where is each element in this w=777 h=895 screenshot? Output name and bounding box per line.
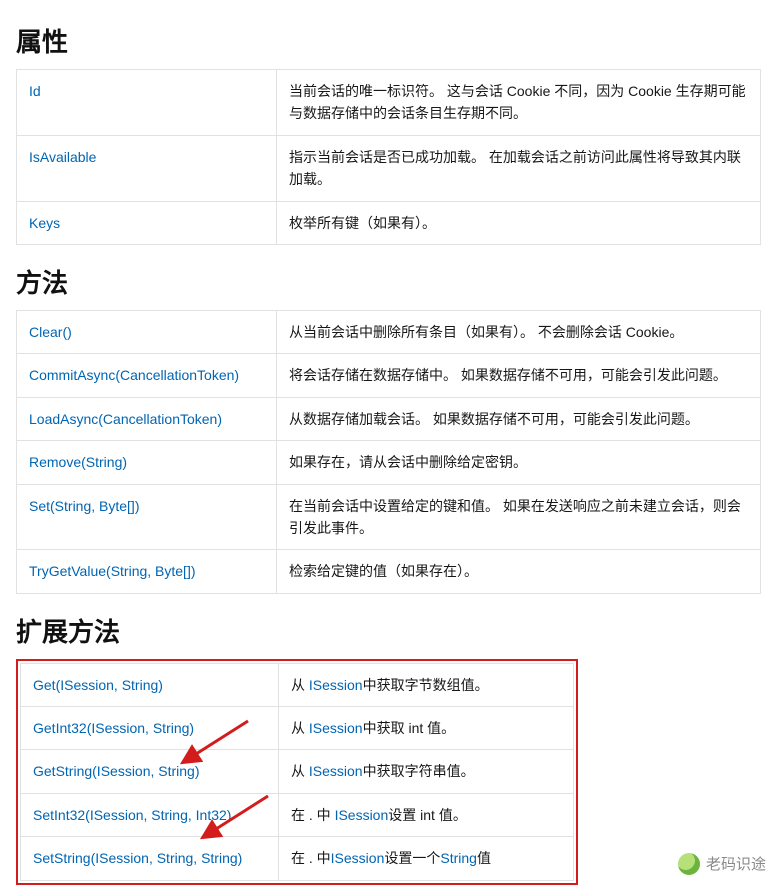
table-row: SetInt32(ISession, String, Int32) 在 . 中 … bbox=[21, 793, 574, 836]
method-desc: 将会话存储在数据存储中。 如果数据存储不可用，可能会引发此问题。 bbox=[277, 354, 761, 397]
string-link[interactable]: String bbox=[440, 850, 477, 866]
method-remove-link[interactable]: Remove(String) bbox=[29, 454, 127, 470]
method-trygetvalue-link[interactable]: TryGetValue(String, Byte[]) bbox=[29, 563, 196, 579]
extensions-highlight-box: Get(ISession, String) 从 ISession中获取字节数组值… bbox=[16, 659, 578, 885]
isession-link[interactable]: ISession bbox=[309, 720, 363, 736]
table-row: TryGetValue(String, Byte[]) 检索给定键的值（如果存在… bbox=[17, 550, 761, 593]
methods-table: Clear() 从当前会话中删除所有条目（如果有）。 不会删除会话 Cookie… bbox=[16, 310, 761, 594]
prop-keys-link[interactable]: Keys bbox=[29, 215, 60, 231]
prop-desc: 指示当前会话是否已成功加载。 在加载会话之前访问此属性将导致其内联加载。 bbox=[277, 135, 761, 201]
table-row: SetString(ISession, String, String) 在 . … bbox=[21, 837, 574, 880]
table-row: GetString(ISession, String) 从 ISession中获… bbox=[21, 750, 574, 793]
ext-setint32-link[interactable]: SetInt32(ISession, String, Int32) bbox=[33, 807, 231, 823]
table-row: Clear() 从当前会话中删除所有条目（如果有）。 不会删除会话 Cookie… bbox=[17, 310, 761, 353]
method-desc: 从当前会话中删除所有条目（如果有）。 不会删除会话 Cookie。 bbox=[277, 310, 761, 353]
method-loadasync-link[interactable]: LoadAsync(CancellationToken) bbox=[29, 411, 222, 427]
table-row: Keys 枚举所有键（如果有）。 bbox=[17, 201, 761, 244]
ext-desc: 从 ISession中获取 int 值。 bbox=[279, 707, 574, 750]
table-row: IsAvailable 指示当前会话是否已成功加载。 在加载会话之前访问此属性将… bbox=[17, 135, 761, 201]
prop-isavailable-link[interactable]: IsAvailable bbox=[29, 149, 96, 165]
method-clear-link[interactable]: Clear() bbox=[29, 324, 72, 340]
table-row: Set(String, Byte[]) 在当前会话中设置给定的键和值。 如果在发… bbox=[17, 484, 761, 550]
ext-desc: 在 . 中 ISession设置 int 值。 bbox=[279, 793, 574, 836]
prop-desc: 枚举所有键（如果有）。 bbox=[277, 201, 761, 244]
table-row: GetInt32(ISession, String) 从 ISession中获取… bbox=[21, 707, 574, 750]
ext-desc: 在 . 中ISession设置一个String值 bbox=[279, 837, 574, 880]
isession-link[interactable]: ISession bbox=[335, 807, 389, 823]
heading-methods: 方法 bbox=[16, 263, 761, 300]
watermark-text: 老码识途 bbox=[706, 853, 766, 874]
watermark-logo-icon bbox=[678, 853, 700, 875]
table-row: Remove(String) 如果存在，请从会话中删除给定密钥。 bbox=[17, 441, 761, 484]
heading-extensions: 扩展方法 bbox=[16, 612, 761, 649]
method-desc: 在当前会话中设置给定的键和值。 如果在发送响应之前未建立会话，则会引发此事件。 bbox=[277, 484, 761, 550]
ext-getint32-link[interactable]: GetInt32(ISession, String) bbox=[33, 720, 194, 736]
isession-link[interactable]: ISession bbox=[331, 850, 385, 866]
ext-setstring-link[interactable]: SetString(ISession, String, String) bbox=[33, 850, 242, 866]
watermark: 老码识途 bbox=[678, 853, 766, 875]
ext-desc: 从 ISession中获取字符串值。 bbox=[279, 750, 574, 793]
method-commitasync-link[interactable]: CommitAsync(CancellationToken) bbox=[29, 367, 239, 383]
ext-getstring-link[interactable]: GetString(ISession, String) bbox=[33, 763, 200, 779]
isession-link[interactable]: ISession bbox=[309, 763, 363, 779]
extensions-table: Get(ISession, String) 从 ISession中获取字节数组值… bbox=[20, 663, 574, 881]
table-row: CommitAsync(CancellationToken) 将会话存储在数据存… bbox=[17, 354, 761, 397]
table-row: Get(ISession, String) 从 ISession中获取字节数组值… bbox=[21, 663, 574, 706]
ext-get-link[interactable]: Get(ISession, String) bbox=[33, 677, 163, 693]
isession-link[interactable]: ISession bbox=[309, 677, 363, 693]
prop-desc: 当前会话的唯一标识符。 这与会话 Cookie 不同，因为 Cookie 生存期… bbox=[277, 70, 761, 136]
table-row: Id 当前会话的唯一标识符。 这与会话 Cookie 不同，因为 Cookie … bbox=[17, 70, 761, 136]
table-row: LoadAsync(CancellationToken) 从数据存储加载会话。 … bbox=[17, 397, 761, 440]
method-desc: 从数据存储加载会话。 如果数据存储不可用，可能会引发此问题。 bbox=[277, 397, 761, 440]
prop-id-link[interactable]: Id bbox=[29, 83, 41, 99]
ext-desc: 从 ISession中获取字节数组值。 bbox=[279, 663, 574, 706]
properties-table: Id 当前会话的唯一标识符。 这与会话 Cookie 不同，因为 Cookie … bbox=[16, 69, 761, 245]
method-desc: 如果存在，请从会话中删除给定密钥。 bbox=[277, 441, 761, 484]
method-desc: 检索给定键的值（如果存在）。 bbox=[277, 550, 761, 593]
method-set-link[interactable]: Set(String, Byte[]) bbox=[29, 498, 139, 514]
heading-properties: 属性 bbox=[16, 22, 761, 59]
